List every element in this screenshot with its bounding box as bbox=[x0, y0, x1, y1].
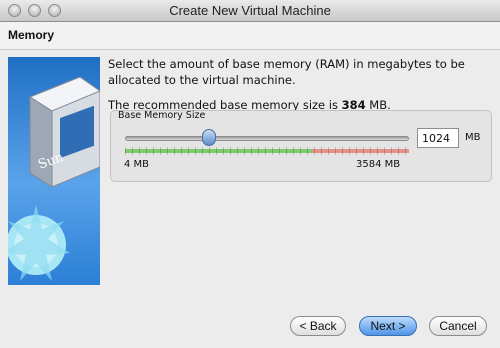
slider-ticks bbox=[125, 147, 409, 155]
memory-unit-label: MB bbox=[465, 132, 481, 143]
min-memory-label: 4 MB bbox=[124, 159, 150, 170]
memory-size-input[interactable] bbox=[417, 128, 459, 148]
cancel-button[interactable]: Cancel bbox=[429, 316, 487, 336]
content-area: Select the amount of base memory (RAM) i… bbox=[108, 56, 494, 113]
slider-track[interactable] bbox=[125, 136, 409, 141]
memory-slider[interactable] bbox=[125, 129, 409, 149]
page-title: Memory bbox=[8, 28, 55, 42]
back-button[interactable]: < Back bbox=[290, 316, 346, 336]
window-title: Create New Virtual Machine bbox=[169, 3, 331, 18]
base-memory-group: Base Memory Size MB 4 MB 3584 MB bbox=[110, 110, 492, 182]
slider-thumb[interactable] bbox=[201, 129, 216, 146]
description-text: Select the amount of base memory (RAM) i… bbox=[108, 57, 465, 87]
page-header: Memory bbox=[0, 22, 500, 50]
wizard-window: Create New Virtual Machine Memory Sun Se… bbox=[0, 0, 500, 348]
next-button[interactable]: Next > bbox=[359, 316, 417, 336]
max-memory-label: 3584 MB bbox=[356, 159, 401, 170]
group-label: Base Memory Size bbox=[118, 110, 206, 121]
virtualbox-logo-image: Sun bbox=[8, 57, 100, 285]
virtualbox-logo-svg: Sun bbox=[8, 76, 100, 281]
title-bar: Create New Virtual Machine bbox=[0, 0, 500, 22]
